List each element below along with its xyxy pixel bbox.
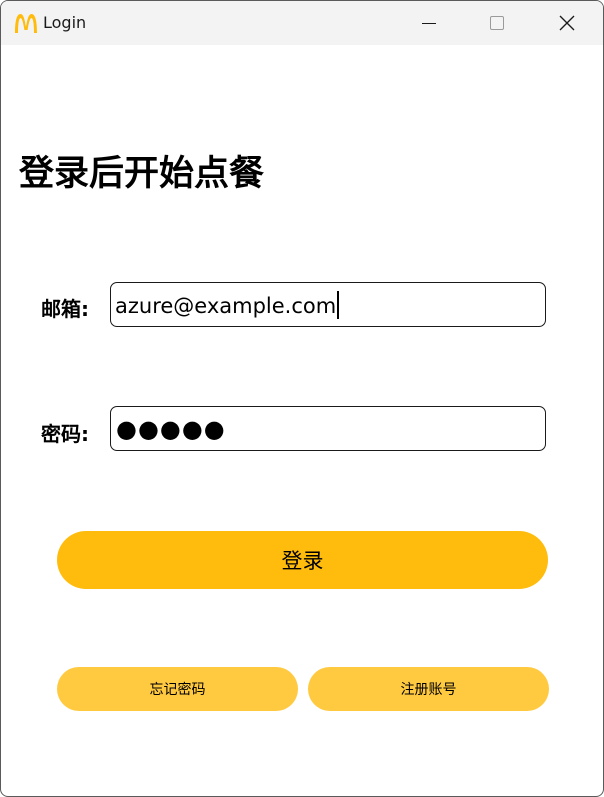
title-bar[interactable]: Login <box>1 1 603 45</box>
login-button[interactable]: 登录 <box>57 531 548 589</box>
maximize-icon <box>490 16 504 30</box>
mcdonalds-logo-icon <box>15 14 37 33</box>
password-label: 密码: <box>41 422 89 446</box>
page-title: 登录后开始点餐 <box>19 154 265 194</box>
minimize-icon <box>422 23 436 24</box>
close-button[interactable] <box>533 1 601 45</box>
close-icon <box>559 15 575 31</box>
text-caret <box>337 291 340 319</box>
email-label: 邮箱: <box>41 297 89 321</box>
login-window: Login 登录后开始点餐 邮箱: azure@example.com 密码: … <box>0 0 604 797</box>
register-account-button[interactable]: 注册账号 <box>308 667 549 711</box>
email-field[interactable]: azure@example.com <box>110 282 546 327</box>
maximize-button[interactable] <box>463 1 531 45</box>
forgot-password-button[interactable]: 忘记密码 <box>57 667 298 711</box>
email-value: azure@example.com <box>115 291 340 321</box>
window-title: Login <box>43 13 87 32</box>
password-field[interactable]: ●●●●● <box>110 406 546 451</box>
password-masked-value: ●●●●● <box>116 415 226 443</box>
minimize-button[interactable] <box>395 1 463 45</box>
